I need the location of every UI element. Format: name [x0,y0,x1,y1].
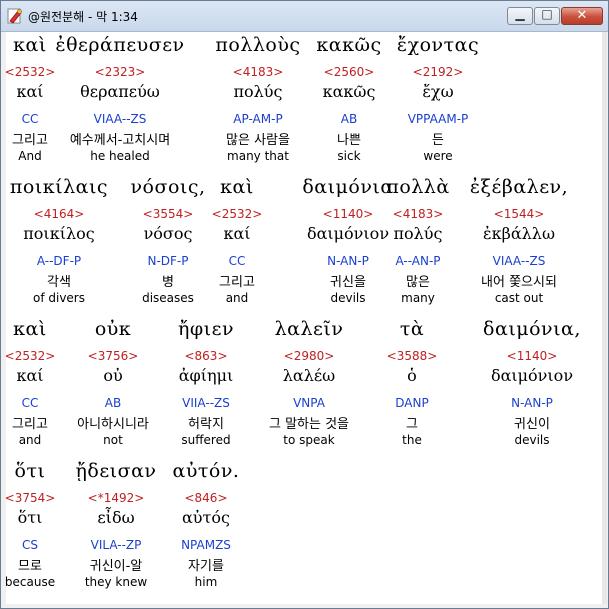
english-gloss: the [402,433,422,447]
korean-gloss: 내어 쫓으시되 [481,275,557,290]
parsing-code: VIAA--ZS [492,254,546,268]
title-bar[interactable]: @원전분해 - 막 1:34 ▁ □ ✕ [1,1,608,32]
window-title: @원전분해 - 막 1:34 [28,10,138,24]
korean-gloss: 든 [432,133,444,148]
parsing-code: VPPAAM-P [407,112,469,126]
maximize-button[interactable]: □ [534,7,560,25]
strong-number: <1544> [493,207,545,221]
greek-word: αὐτόν. [172,460,240,482]
app-icon [7,8,22,24]
korean-gloss: 예수께서-고치시며 [69,133,171,148]
strong-number: <2192> [412,65,464,79]
strong-number: <846> [184,491,228,505]
greek-word: ἐθεράπευσεν [55,34,185,56]
greek-word: τὰ [399,318,425,340]
strong-number: <2323> [94,65,146,79]
minimize-button[interactable]: ▁ [507,7,533,25]
greek-word: ἔχοντας [396,34,480,56]
interlinear-view[interactable]: καὶ <2532> καί CC 그리고 And ἐθεράπευσεν <2323> θερ… [5,32,602,604]
word-cell[interactable]: ἐξέβαλεν, <1544> ἐκβάλλω VIAA--ZS 내어 쫓으시되 cas… [449,174,589,312]
korean-gloss: 귀신이 [514,417,550,432]
word-cell[interactable]: δαιμόνια, <1140> δαιμόνιον N-AN-P 귀신이 devils [462,316,602,454]
word-cell[interactable]: τὰ <3588> ὁ DANP 그 the [342,316,482,454]
scrollbar[interactable] [602,32,607,604]
word-cell[interactable]: ἔχοντας <2192> ἔχω VPPAAM-P 든 were [368,32,508,170]
lemma: δαιμόνιον [490,366,574,385]
greek-word: δαιμόνια, [483,318,581,340]
parsing-code: NPAMZS [181,538,231,552]
close-icon: ✕ [576,8,588,23]
minimize-icon: ▁ [515,7,525,21]
strong-number: <1140> [506,349,558,363]
word-cell[interactable]: ἐθεράπευσεν <2323> θεραπεύω VIAA--ZS 예수께서-고치… [50,32,190,170]
greek-word: ἐξέβαλεν, [469,176,569,198]
english-gloss: him [194,575,218,589]
lemma: ὁ [407,366,417,385]
parsing-code: DANP [395,396,429,410]
english-gloss: were [423,149,453,163]
close-button[interactable]: ✕ [561,7,603,25]
app-window: @원전분해 - 막 1:34 ▁ □ ✕ καὶ <2532> καί CC 그리고 An… [0,0,609,609]
strong-number: <3588> [386,349,438,363]
english-gloss: cast out [494,291,544,305]
lemma: αὐτός [182,508,230,527]
korean-gloss: 그 [406,417,418,432]
parsing-code: N-AN-P [511,396,553,410]
maximize-icon: □ [541,7,553,21]
word-cell[interactable]: αὐτόν. <846> αὐτός NPAMZS 자기를 him [136,458,276,596]
parsing-code: VIAA--ZS [93,112,147,126]
lemma: ἐκβάλλω [483,224,555,243]
english-gloss: he healed [90,149,150,163]
korean-gloss: 자기를 [188,559,224,574]
lemma: θεραπεύω [80,82,160,101]
lemma: ἔχω [422,82,454,101]
english-gloss: devils [514,433,550,447]
